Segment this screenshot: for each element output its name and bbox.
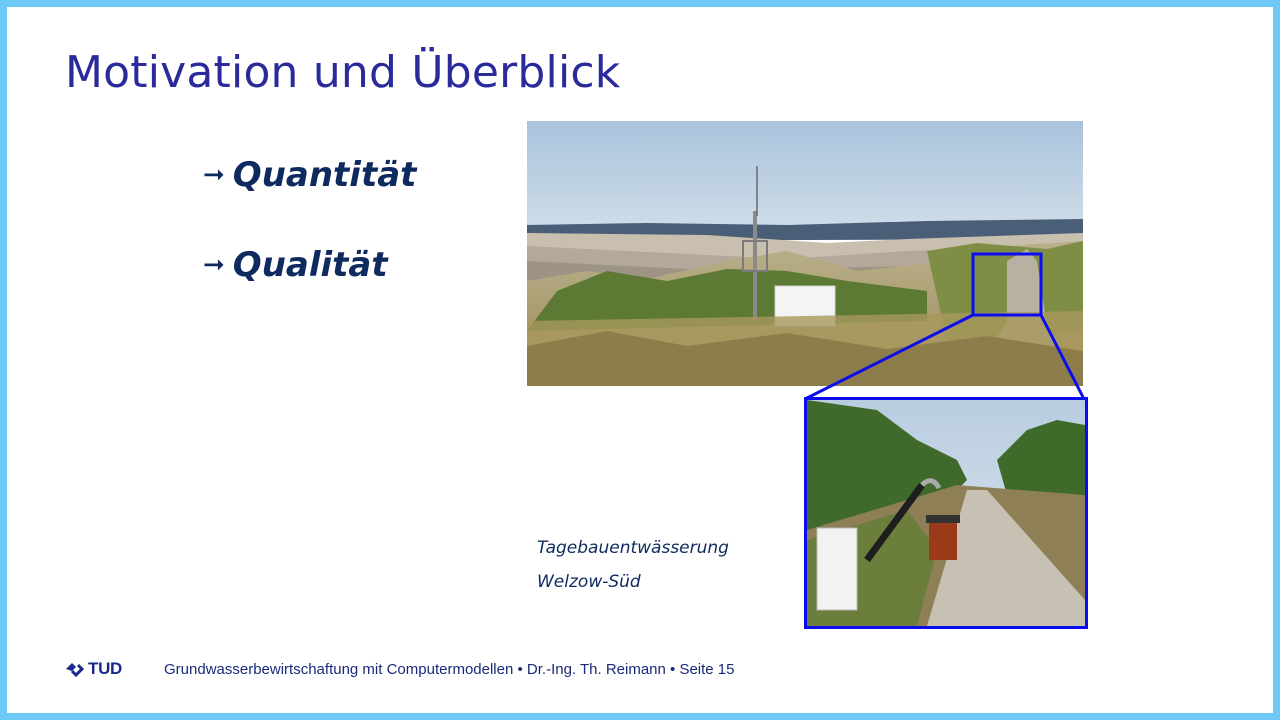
tud-logo: TUD [63,659,122,679]
slide-title: Motivation und Überblick [65,47,621,98]
tud-logo-icon [66,663,85,678]
tud-logo-text: TUD [88,659,123,678]
bullet-qualitaet: ➞ Qualität [203,245,388,285]
arrow-icon: ➞ [203,250,225,280]
landscape-photo [527,121,1083,386]
inset-photo-image [807,400,1085,626]
inset-photo [804,397,1088,629]
photo-caption-line-2: Welzow-Süd [537,572,641,592]
slide: Motivation und Überblick ➞ Quantität ➞ Q… [7,7,1273,713]
bullet-quantitaet: ➞ Quantität [203,155,416,195]
bullet-label: Quantität [232,155,417,195]
arrow-icon: ➞ [203,160,225,190]
photo-caption-line-1: Tagebauentwässerung [537,538,729,558]
footer-text: Grundwasserbewirtschaftung mit Computerm… [164,661,735,678]
landscape-photo-image [527,121,1083,386]
bullet-label: Qualität [232,245,388,285]
